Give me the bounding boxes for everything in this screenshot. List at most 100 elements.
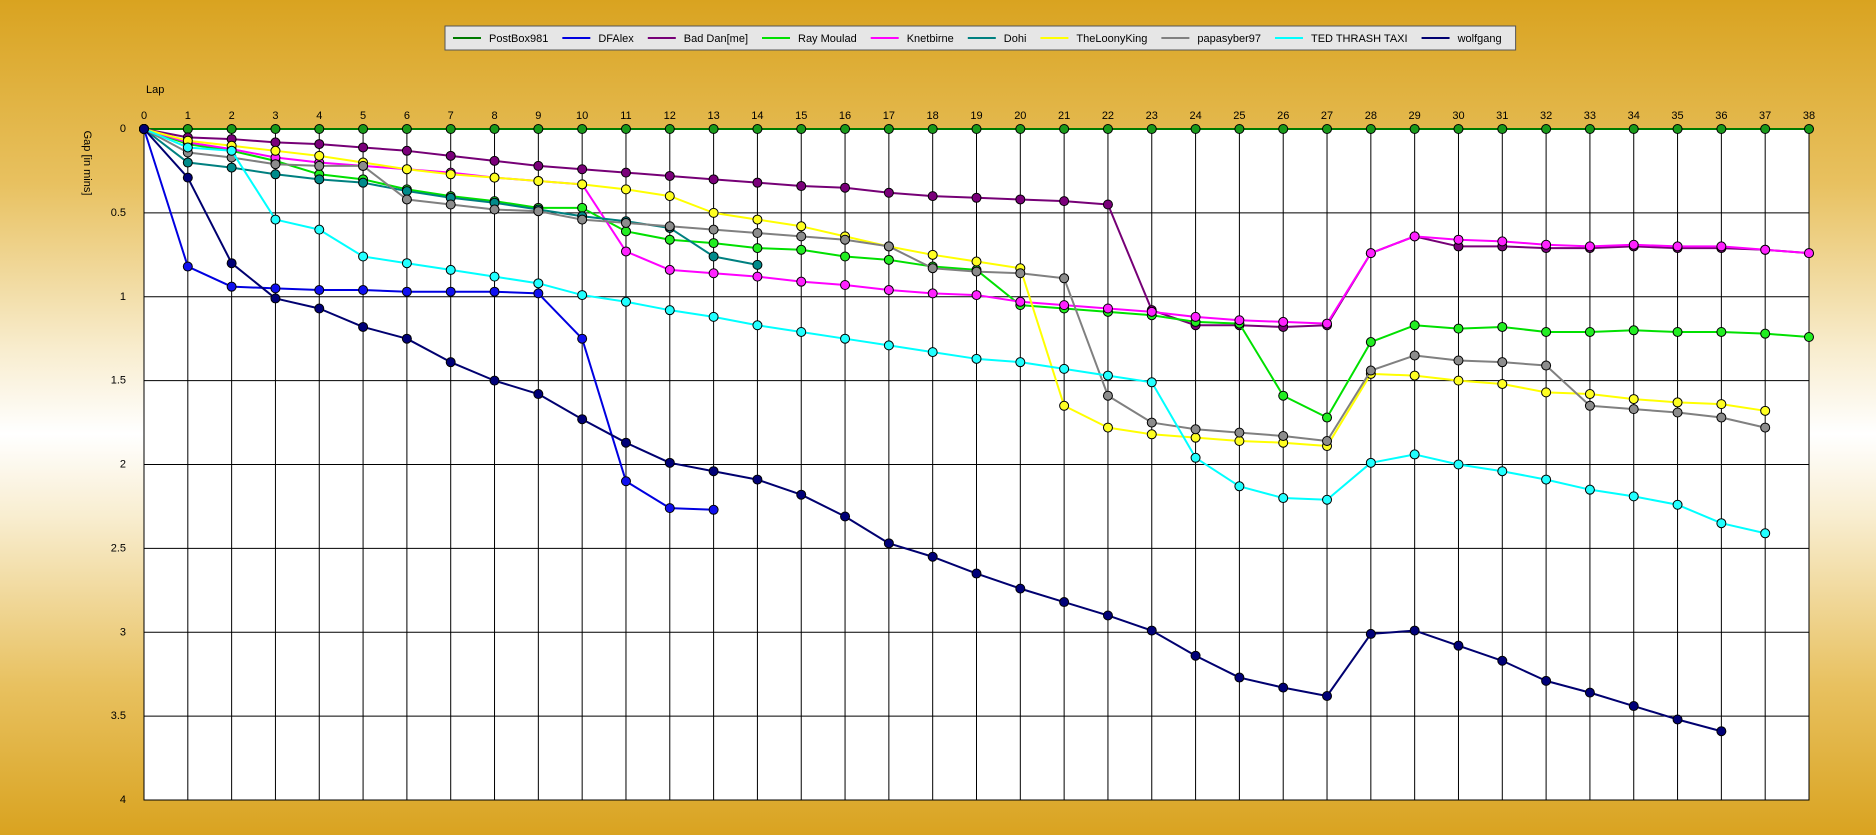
data-point xyxy=(358,251,369,262)
x-tick-label: 26 xyxy=(1277,110,1289,122)
data-point xyxy=(1365,365,1376,376)
data-point xyxy=(1453,640,1464,651)
data-point xyxy=(1716,124,1727,134)
x-tick-label: 14 xyxy=(751,110,763,122)
data-point xyxy=(1059,124,1070,134)
data-point xyxy=(1146,625,1157,636)
data-point xyxy=(620,296,631,307)
data-point xyxy=(796,489,807,500)
data-point xyxy=(1278,682,1289,693)
data-point xyxy=(971,256,982,267)
data-point xyxy=(664,457,675,468)
data-point xyxy=(796,221,807,232)
data-point xyxy=(1409,124,1420,134)
data-point xyxy=(445,286,456,297)
data-point xyxy=(1541,124,1552,134)
x-tick-label: 31 xyxy=(1496,110,1508,122)
data-point xyxy=(1716,412,1727,423)
data-point xyxy=(533,206,544,217)
legend-label: Dohi xyxy=(1004,33,1027,45)
data-point xyxy=(358,142,369,153)
x-tick-label: 18 xyxy=(927,110,939,122)
data-point xyxy=(577,164,588,175)
data-point xyxy=(796,181,807,192)
data-point xyxy=(270,214,281,225)
data-point xyxy=(1059,300,1070,311)
data-point xyxy=(1278,316,1289,327)
data-point xyxy=(1190,424,1201,435)
y-tick-label: 3 xyxy=(120,626,126,638)
data-point xyxy=(708,238,719,249)
data-point xyxy=(489,375,500,386)
legend-label: Ray Moulad xyxy=(798,33,857,45)
data-point xyxy=(1628,239,1639,250)
data-point xyxy=(1146,124,1157,134)
data-point xyxy=(270,145,281,156)
data-point xyxy=(708,207,719,218)
data-point xyxy=(1584,400,1595,411)
data-point xyxy=(1015,583,1026,594)
data-point xyxy=(620,184,631,195)
data-point xyxy=(1409,449,1420,460)
data-point xyxy=(270,159,281,170)
data-point xyxy=(1322,318,1333,329)
data-point xyxy=(1804,332,1814,343)
legend-label: Knetbirne xyxy=(907,33,954,45)
data-point xyxy=(971,353,982,364)
data-point xyxy=(1541,675,1552,686)
legend-label: PostBox981 xyxy=(489,33,548,45)
data-point xyxy=(182,124,193,134)
data-point xyxy=(1190,452,1201,463)
data-point xyxy=(1628,491,1639,502)
data-point xyxy=(270,124,281,134)
y-tick-label: 4 xyxy=(120,794,126,806)
data-point xyxy=(971,192,982,203)
data-point xyxy=(1278,390,1289,401)
data-point xyxy=(401,333,412,344)
data-point xyxy=(1760,328,1771,339)
data-point xyxy=(1146,377,1157,388)
data-point xyxy=(226,281,237,292)
data-point xyxy=(1672,241,1683,252)
data-point xyxy=(1365,248,1376,259)
data-point xyxy=(1453,355,1464,366)
data-point xyxy=(314,139,325,150)
legend-label: DFAlex xyxy=(598,33,634,45)
data-point xyxy=(270,137,281,148)
data-point xyxy=(752,271,763,282)
data-point xyxy=(1015,296,1026,307)
data-point xyxy=(620,437,631,448)
data-point xyxy=(270,169,281,180)
data-point xyxy=(752,124,763,134)
data-point xyxy=(1497,466,1508,477)
y-tick-label: 0.5 xyxy=(111,207,126,219)
data-point xyxy=(1628,124,1639,134)
data-point xyxy=(1497,236,1508,247)
data-point xyxy=(1322,690,1333,701)
data-point xyxy=(182,142,193,153)
data-point xyxy=(314,124,325,134)
data-point xyxy=(1409,350,1420,361)
data-point xyxy=(664,170,675,181)
data-point xyxy=(139,124,149,134)
data-point xyxy=(1672,124,1683,134)
data-point xyxy=(1628,404,1639,415)
data-point xyxy=(1804,248,1814,259)
y-tick-label: 2.5 xyxy=(111,542,126,554)
data-point xyxy=(445,199,456,210)
data-point xyxy=(1760,422,1771,433)
data-point xyxy=(314,224,325,235)
data-point xyxy=(1541,326,1552,337)
x-tick-label: 36 xyxy=(1715,110,1727,122)
data-point xyxy=(1541,239,1552,250)
x-tick-label: 29 xyxy=(1409,110,1421,122)
data-point xyxy=(927,347,938,358)
data-point xyxy=(1716,518,1727,529)
data-point xyxy=(664,191,675,202)
data-point xyxy=(1453,234,1464,245)
data-point xyxy=(1497,357,1508,368)
x-tick-label: 37 xyxy=(1759,110,1771,122)
data-point xyxy=(401,194,412,205)
data-point xyxy=(752,228,763,239)
data-point xyxy=(1059,400,1070,411)
